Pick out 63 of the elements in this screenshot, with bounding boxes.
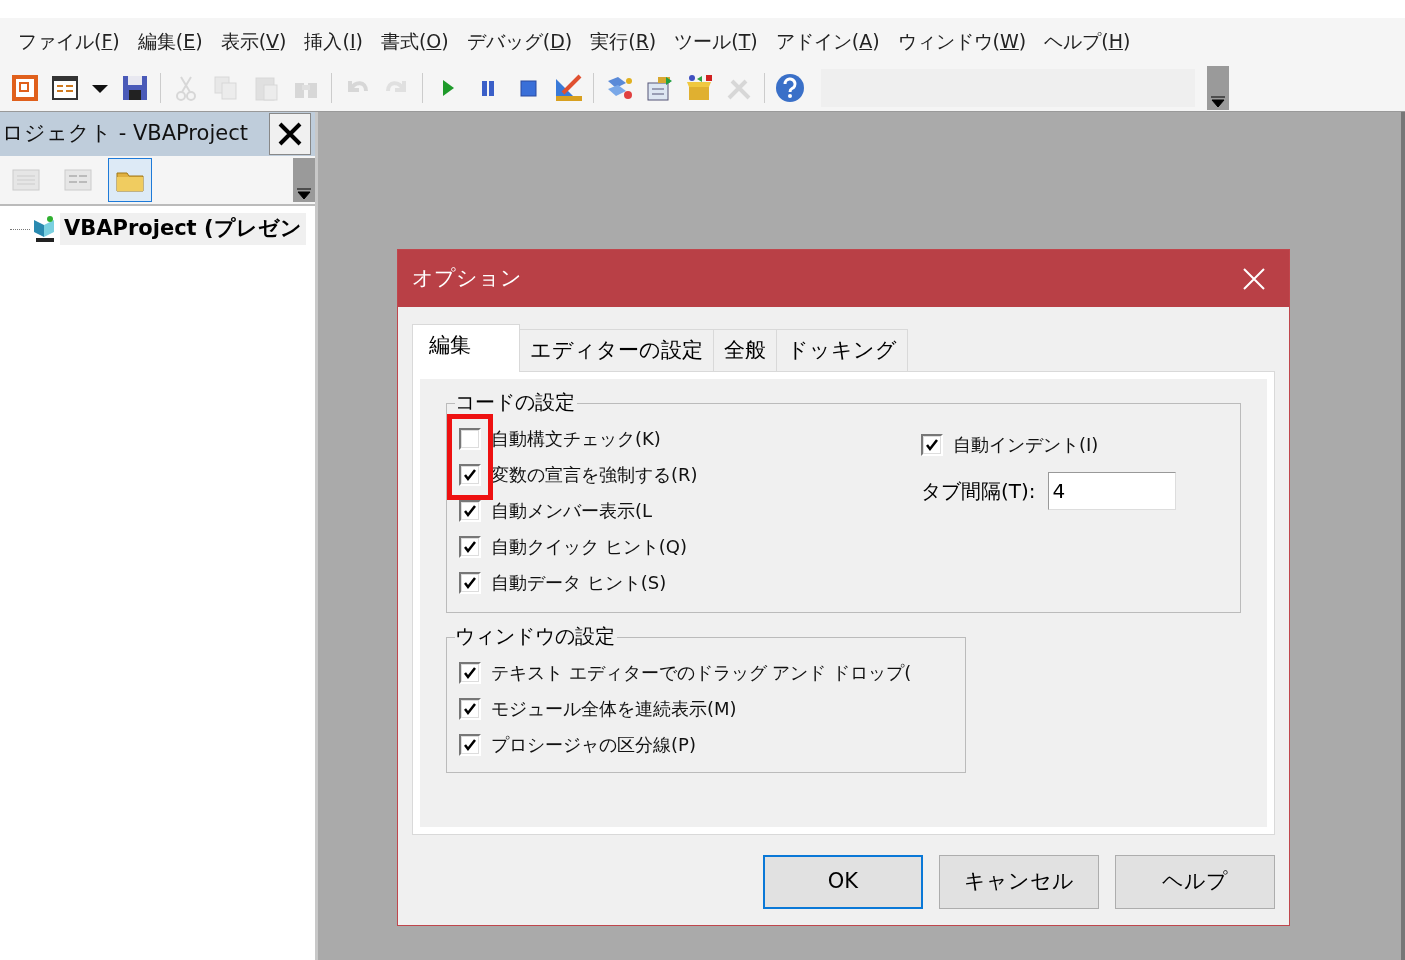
checkmark-icon: [463, 702, 477, 716]
close-icon: [277, 121, 303, 147]
menu-item[interactable]: 書式(O): [380, 26, 449, 56]
checkmark-icon: [463, 504, 477, 518]
checkbox-option[interactable]: テキスト エディターでのドラッグ アンド ドロップ(: [459, 660, 965, 686]
menu-item[interactable]: 編集(E): [137, 26, 203, 56]
tab[interactable]: ドッキング: [777, 329, 908, 371]
checkbox-option[interactable]: モジュール全体を連続表示(M): [459, 696, 965, 722]
checkmark-icon: [463, 468, 477, 482]
checkmark-icon: [463, 666, 477, 680]
checkbox-option[interactable]: プロシージャの区分線(P): [459, 732, 965, 758]
close-button[interactable]: [269, 113, 311, 155]
menu-item[interactable]: ヘルプ(H): [1044, 26, 1131, 56]
checkbox-option[interactable]: 自動データ ヒント(S): [459, 570, 917, 596]
checkbox-option[interactable]: 自動構文チェック(K): [459, 426, 917, 452]
checkbox[interactable]: [921, 434, 943, 456]
checkbox[interactable]: [459, 698, 481, 720]
toolbar-overflow-button[interactable]: [1207, 65, 1229, 110]
close-icon[interactable]: [1243, 267, 1265, 290]
dialog-button[interactable]: ヘルプ: [1115, 855, 1275, 909]
group-title: コードの設定: [455, 389, 577, 415]
checkbox[interactable]: [459, 572, 481, 594]
checkbox[interactable]: [459, 428, 481, 450]
dialog-title: オプション: [412, 264, 522, 292]
ruler-pencil-icon[interactable]: [553, 72, 583, 103]
box-icon[interactable]: [684, 72, 714, 103]
tab[interactable]: 編集: [412, 324, 520, 372]
toolbar-overflow-button[interactable]: [293, 158, 315, 202]
checkbox[interactable]: [459, 662, 481, 684]
checkbox[interactable]: [459, 734, 481, 756]
tab-width-field[interactable]: 4: [1047, 472, 1176, 510]
caret-icon: [296, 188, 312, 200]
menu-item[interactable]: ファイル(F): [18, 26, 120, 56]
dialog-button[interactable]: キャンセル: [939, 855, 1099, 909]
menu-item[interactable]: デバッグ(D): [466, 26, 573, 56]
caret-icon: [1210, 95, 1226, 108]
menu-item[interactable]: 表示(V): [220, 26, 287, 56]
checkmark-icon: [463, 738, 477, 752]
checkbox-option[interactable]: 変数の宣言を強制する(R): [459, 462, 917, 488]
group-title: ウィンドウの設定: [455, 623, 617, 649]
panel-title: ロジェクト - VBAProject: [1, 120, 248, 148]
checkmark-icon: [925, 438, 939, 452]
checkbox-option[interactable]: 自動クイック ヒント(Q): [459, 534, 917, 560]
toolbar-button[interactable]: [108, 158, 152, 202]
checkbox[interactable]: [459, 536, 481, 558]
menu-item[interactable]: アドイン(A): [775, 26, 880, 56]
checkbox-option[interactable]: 自動メンバー表示(L: [459, 498, 917, 524]
dialog-button[interactable]: OK: [763, 855, 923, 909]
slide-icon[interactable]: [10, 72, 40, 103]
menu-item[interactable]: ウィンドウ(W): [897, 26, 1027, 56]
checkmark-icon: [463, 576, 477, 590]
help-icon[interactable]: [775, 72, 805, 103]
menu-item[interactable]: ツール(T): [674, 26, 758, 56]
tree-item[interactable]: VBAProject (プレゼン: [60, 213, 306, 245]
checkbox-option[interactable]: 自動インデント(I): [921, 432, 1176, 458]
menu-item[interactable]: 挿入(I): [304, 26, 363, 56]
field-label: タブ間隔(T):: [921, 478, 1036, 505]
checkbox[interactable]: [459, 464, 481, 486]
menu-item[interactable]: 実行(R): [590, 26, 657, 56]
tab[interactable]: エディターの設定: [520, 329, 714, 371]
checkmark-icon: [463, 540, 477, 554]
checkbox[interactable]: [459, 500, 481, 522]
tab[interactable]: 全般: [714, 329, 777, 371]
